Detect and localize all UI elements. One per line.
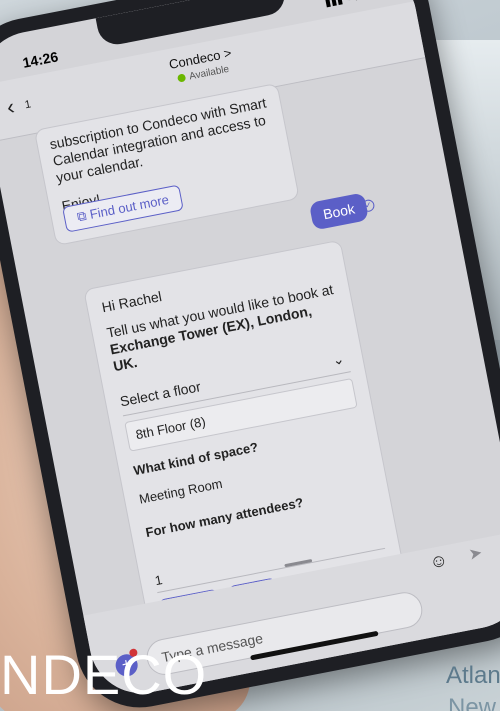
presence-icon: [176, 73, 187, 84]
background-city-text: Atlan: [446, 662, 500, 689]
status-time: 14:26: [21, 48, 60, 71]
floor-select-label: Select a floor: [118, 378, 202, 410]
signal-icon: ▮▮▮ ◔ ▬: [324, 0, 367, 9]
background-wordmark: NDECO: [0, 643, 208, 706]
emoji-icon[interactable]: ☺: [428, 549, 450, 573]
background-city-text-2: New: [448, 694, 497, 711]
sent-message-bubble: Book: [308, 192, 370, 231]
phone-screen: 14:26 ▮▮▮ ◔ ▬ ‹ 1 Condeco > Available su…: [0, 0, 500, 702]
send-icon[interactable]: ➤: [467, 543, 484, 565]
phone: 14:26 ▮▮▮ ◔ ▬ ‹ 1 Condeco > Available su…: [0, 0, 500, 711]
chevron-down-icon: ⌄: [330, 350, 346, 369]
